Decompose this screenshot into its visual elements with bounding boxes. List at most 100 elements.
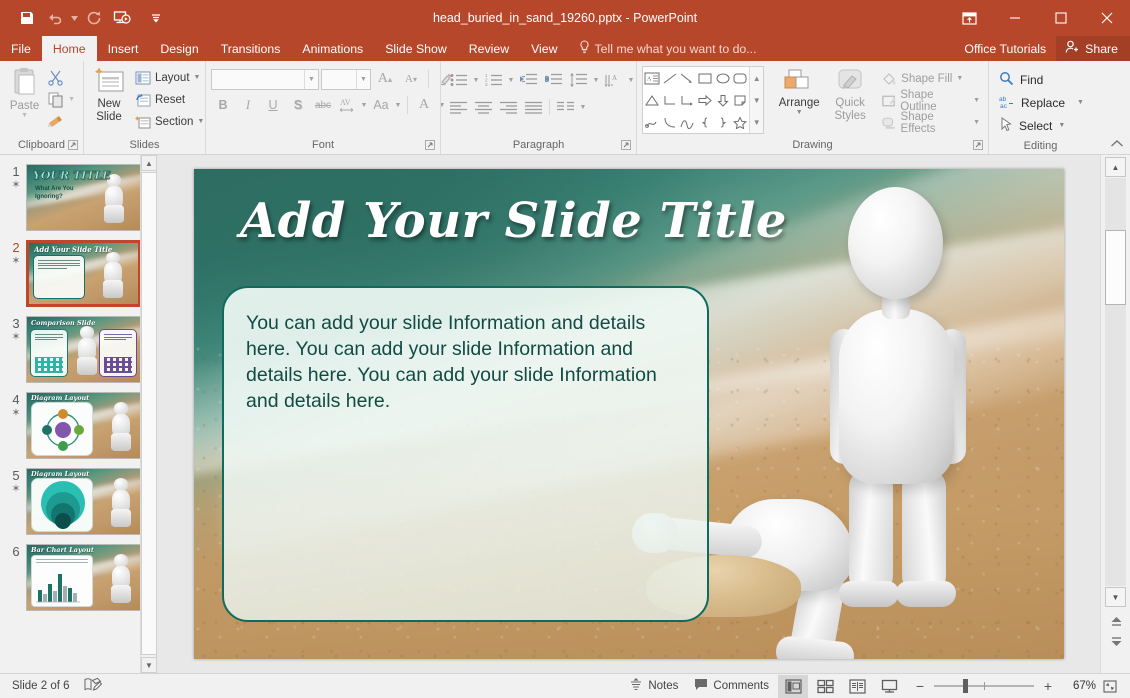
change-case-dropdown-icon[interactable]: ▼ [393,94,403,116]
tell-me-box[interactable]: Tell me what you want to do... [569,36,767,61]
tab-home[interactable]: Home [41,36,97,61]
select-button[interactable]: Select ▼ [994,114,1070,137]
new-slide-button[interactable]: New Slide [89,65,129,125]
shape-right-arrow-icon[interactable] [696,89,714,111]
shape-right-brace-icon[interactable] [714,111,732,133]
reset-button[interactable]: Reset [132,89,207,110]
thumbnail-slide-5[interactable]: 5 ✶ Diagram Layout [0,459,156,535]
tab-transitions[interactable]: Transitions [210,36,292,61]
shape-down-arrow-icon[interactable] [714,89,732,111]
zoom-slider[interactable] [934,679,1034,693]
columns-dropdown-icon[interactable]: ▼ [578,96,588,118]
text-shadow-icon[interactable]: S [286,94,310,116]
layout-button[interactable]: Layout ▼ [132,67,207,88]
slide-indicator[interactable]: Slide 2 of 6 [12,680,70,692]
text-direction-icon[interactable]: A [601,69,626,91]
shape-rounded-rect-icon[interactable] [732,67,750,89]
find-button[interactable]: Find [994,68,1048,91]
thumbnail-frame[interactable]: Bar Chart Layout [26,544,141,611]
maximize-button[interactable] [1038,0,1084,36]
numbering-icon[interactable]: 123 [481,69,506,91]
undo-icon[interactable] [42,6,68,30]
accessibility-checker-icon[interactable] [84,677,102,695]
scroll-up-icon[interactable]: ▲ [1105,157,1126,177]
shape-effects-button[interactable]: Shape Effects ▼ [878,111,983,135]
strikethrough-icon[interactable]: abc [311,94,335,116]
shape-triangle-icon[interactable] [643,89,661,111]
shape-elbow-connector-icon[interactable] [661,89,679,111]
normal-view-button[interactable] [778,674,808,698]
account-name[interactable]: Office Tutorials [954,36,1056,61]
shape-folded-corner-icon[interactable] [732,89,750,111]
shape-line-icon[interactable] [661,67,679,89]
shape-arc-icon[interactable] [678,111,696,133]
character-spacing-icon[interactable]: AV [336,94,358,116]
customize-qat-icon[interactable] [143,6,169,30]
shape-scribble-icon[interactable] [643,111,661,133]
copy-dropdown-icon[interactable]: ▼ [68,96,75,103]
thumbnail-slide-6[interactable]: 6 Bar Chart Layout [0,535,156,611]
cut-button[interactable] [44,67,78,88]
increase-indent-icon[interactable] [541,69,566,91]
thumbnail-slide-1[interactable]: 1 ✶ YOUR TITLE What Are You Ignoring? [0,155,156,231]
replace-dropdown-icon[interactable]: ▼ [1077,99,1084,106]
thumbnail-scroll-up-icon[interactable]: ▲ [141,155,156,171]
decrease-indent-icon[interactable] [516,69,541,91]
italic-icon[interactable]: I [236,94,260,116]
slide-sorter-button[interactable] [810,675,840,698]
start-presentation-icon[interactable] [109,6,135,30]
tab-design[interactable]: Design [149,36,209,61]
tab-file[interactable]: File [0,36,42,61]
paragraph-dialog-launcher[interactable] [621,140,632,151]
current-slide[interactable]: Add Your Slide Title You can add your sl… [194,169,1064,659]
next-slide-icon[interactable] [1108,633,1124,649]
slide-content-placeholder[interactable]: You can add your slide Information and d… [222,286,709,622]
shape-elbow-arrow-icon[interactable] [678,89,696,111]
shape-effects-dropdown-icon[interactable]: ▼ [973,119,980,126]
thumbnail-frame[interactable]: Diagram Layout [26,468,141,535]
scroll-thumb[interactable] [1105,230,1126,305]
save-icon[interactable] [14,6,40,30]
change-case-icon[interactable]: Aa [370,94,392,116]
select-dropdown-icon[interactable]: ▼ [1058,122,1065,129]
font-size-box[interactable]: ▼ [321,68,371,90]
paste-button[interactable]: Paste ▼ [5,65,44,121]
notes-button[interactable]: Notes [622,675,685,698]
clipboard-dialog-launcher[interactable] [68,140,79,151]
zoom-in-button[interactable]: + [1040,678,1056,694]
shape-left-brace-icon[interactable] [696,111,714,133]
thumbnail-scroll-thumb[interactable] [141,172,156,655]
paste-dropdown-icon[interactable]: ▼ [21,112,28,119]
scroll-down-icon[interactable]: ▼ [1105,587,1126,607]
thumbnail-slide-2[interactable]: 2 ✶ Add Your Slide Title [0,231,156,307]
zoom-out-button[interactable]: − [912,678,928,694]
shapes-more-icon[interactable]: ▼ [750,111,763,133]
columns-icon[interactable] [553,96,578,118]
line-spacing-dropdown-icon[interactable]: ▼ [591,69,601,91]
bullets-icon[interactable] [446,69,471,91]
text-direction-dropdown-icon[interactable]: ▼ [626,69,636,91]
shape-fill-button[interactable]: Shape Fill ▼ [878,68,983,89]
bold-icon[interactable]: B [211,94,235,116]
justify-icon[interactable] [521,96,546,118]
shape-star-icon[interactable] [732,111,750,133]
character-spacing-dropdown-icon[interactable]: ▼ [359,94,369,116]
shape-outline-button[interactable]: Shape Outline ▼ [878,89,983,113]
font-color-icon[interactable]: A [412,94,436,116]
shape-curve-icon[interactable] [661,111,679,133]
shape-fill-dropdown-icon[interactable]: ▼ [956,75,963,82]
copy-button[interactable]: ▼ [44,89,78,110]
arrange-button[interactable]: Arrange ▼ [772,66,826,118]
increase-font-size-icon[interactable]: A ▴ [373,68,397,90]
redo-icon[interactable] [81,6,107,30]
share-button[interactable]: Share [1056,36,1130,61]
thumbnail-frame[interactable]: YOUR TITLE What Are You Ignoring? [26,164,141,231]
zoom-slider-handle[interactable] [963,679,968,693]
drawing-dialog-launcher[interactable] [973,140,984,151]
shape-textbox-icon[interactable]: A [643,67,661,89]
thumbnail-frame[interactable]: Comparison Slide [26,316,141,383]
shape-outline-dropdown-icon[interactable]: ▼ [973,97,980,104]
fit-slide-to-window-icon[interactable] [1098,679,1122,694]
thumbnail-frame-selected[interactable]: Add Your Slide Title [26,240,141,307]
font-name-dropdown-icon[interactable]: ▼ [304,69,318,89]
